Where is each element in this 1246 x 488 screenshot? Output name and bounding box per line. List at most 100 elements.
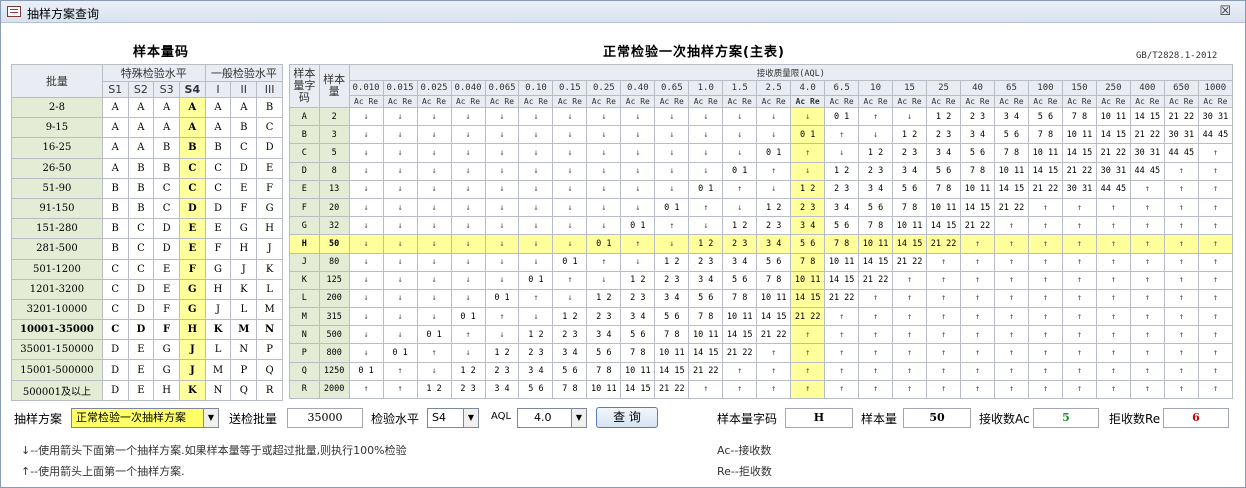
code-cell: D: [101, 359, 129, 381]
code-cell: F: [153, 319, 180, 341]
aql-header: 接收质量限(AQL): [348, 64, 1234, 81]
code-cell: A: [178, 117, 206, 139]
ac-re-header: Ac Re: [892, 95, 928, 108]
code-letter-cell: Q: [289, 361, 320, 381]
aql-header-6: 0.15: [552, 80, 588, 96]
plan-cell: 2 3: [552, 325, 588, 345]
plan-cell: ↓: [348, 161, 384, 181]
plan-cell: ↓: [654, 125, 690, 145]
ac-re-header: Ac Re: [484, 95, 520, 108]
ac-re-header: Ac Re: [1163, 95, 1199, 108]
code-cell: C: [256, 117, 283, 139]
code-cell: J: [178, 339, 206, 361]
query-window: 抽样方案查询 ☒ 样本量码 正常检验一次抽样方案(主表) GB/T2828.1-…: [0, 0, 1246, 488]
plan-cell: 7 8: [926, 179, 962, 199]
plan-cell: 14 15: [688, 343, 724, 363]
plan-cell: ↓: [416, 161, 452, 181]
plan-cell: ↓: [382, 252, 418, 272]
close-icon[interactable]: ☒: [1219, 4, 1231, 19]
plan-cell: ↑: [1197, 361, 1234, 381]
aql-header-23: 400: [1129, 80, 1165, 96]
plan-cell: 5 6: [756, 252, 792, 272]
plan-cell: ↓: [450, 161, 486, 181]
aql-header-19: 65: [993, 80, 1029, 96]
plan-cell: ↑: [926, 288, 962, 309]
form-icon: [7, 6, 21, 17]
code-cell: H: [178, 319, 206, 341]
plan-cell: 10 11: [790, 270, 826, 290]
code-cell: C: [178, 157, 206, 179]
lot-range-cell: 16-25: [11, 137, 103, 159]
plan-cell: ↑: [926, 379, 962, 400]
code-cell: B: [178, 137, 206, 159]
level-header-2: S3: [153, 81, 180, 98]
plan-cell: 7 8: [1027, 125, 1063, 145]
plan-cell: 0 1: [348, 361, 384, 381]
query-button[interactable]: 查 询: [596, 407, 658, 428]
plan-cell: ↓: [552, 288, 588, 309]
lot-row: 10001-35000 C D F H K M N: [11, 319, 283, 341]
plan-cell: 21 22: [892, 252, 928, 272]
plan-cell: ↑: [824, 379, 860, 400]
plan-cell: ↑: [960, 325, 995, 345]
plan-cell: ↑: [892, 288, 928, 309]
code-cell: B: [101, 218, 129, 240]
code-cell: K: [256, 258, 283, 280]
plan-cell: ↑: [1129, 197, 1165, 218]
plan-cell: ↓: [348, 234, 384, 254]
plan-cell: 10 11: [586, 379, 622, 400]
plan-cell: ↑: [858, 343, 894, 363]
scheme-select[interactable]: 正常检验一次抽样方案 ▼: [71, 408, 219, 428]
sample-size-cell: 80: [318, 252, 350, 272]
plan-cell: 7 8: [654, 325, 690, 345]
code-cell: G: [178, 278, 206, 300]
code-cell: C: [127, 238, 155, 260]
plan-cell: 7 8: [993, 143, 1029, 163]
re-label: 拒收数Re: [1109, 412, 1161, 426]
plan-cell: 21 22: [960, 216, 995, 236]
plan-cell: 21 22: [654, 379, 690, 400]
lot-header: 批量: [11, 64, 103, 98]
plan-cell: 21 22: [1027, 179, 1063, 199]
plan-cell: ↑: [926, 307, 962, 327]
plan-cell: ↓: [382, 216, 418, 236]
ac-re-header: Ac Re: [993, 95, 1029, 108]
plan-cell: ↑: [722, 361, 758, 381]
code-cell: L: [204, 339, 232, 361]
plan-cell: 7 8: [620, 343, 656, 363]
plan-cell: ↓: [416, 252, 452, 272]
plan-cell: 10 11: [1061, 125, 1097, 145]
plan-cell: ↑: [1197, 307, 1234, 327]
plan-cell: ↑: [1197, 343, 1234, 363]
aql-select[interactable]: 4.0 ▼: [517, 408, 587, 428]
plan-cell: ↓: [518, 252, 554, 272]
level-select[interactable]: S4 ▼: [427, 408, 479, 428]
plan-cell: ↑: [1095, 379, 1131, 400]
code-letter-cell: N: [289, 325, 320, 345]
code-header: 样本量字码: [289, 64, 320, 108]
chevron-down-icon[interactable]: ▼: [463, 409, 478, 427]
plan-cell: 3 4: [926, 143, 962, 163]
plan-cell: ↓: [518, 197, 554, 218]
plan-cell: ↑: [1197, 288, 1234, 309]
plan-cell: 5 6: [892, 179, 928, 199]
plan-cell: 5 6: [552, 361, 588, 381]
plan-cell: ↓: [348, 288, 384, 309]
plan-cell: 7 8: [960, 161, 995, 181]
plan-cell: ↑: [824, 307, 860, 327]
code-cell: G: [230, 218, 258, 240]
plan-cell: 0 1: [688, 179, 724, 199]
lot-input[interactable]: 35000: [287, 408, 363, 428]
plan-cell: ↑: [1197, 143, 1234, 163]
plan-cell: 2 3: [790, 197, 826, 218]
plan-cell: 21 22: [858, 270, 894, 290]
plan-cell: 7 8: [586, 361, 622, 381]
plan-cell: 0 1: [654, 197, 690, 218]
chevron-down-icon[interactable]: ▼: [571, 409, 586, 427]
code-letter-cell: C: [289, 143, 320, 163]
ac-re-header: Ac Re: [756, 95, 792, 108]
plan-cell: 14 15: [654, 361, 690, 381]
code-letter-cell: G: [289, 216, 320, 236]
chevron-down-icon[interactable]: ▼: [203, 409, 218, 427]
plan-cell: 7 8: [892, 197, 928, 218]
